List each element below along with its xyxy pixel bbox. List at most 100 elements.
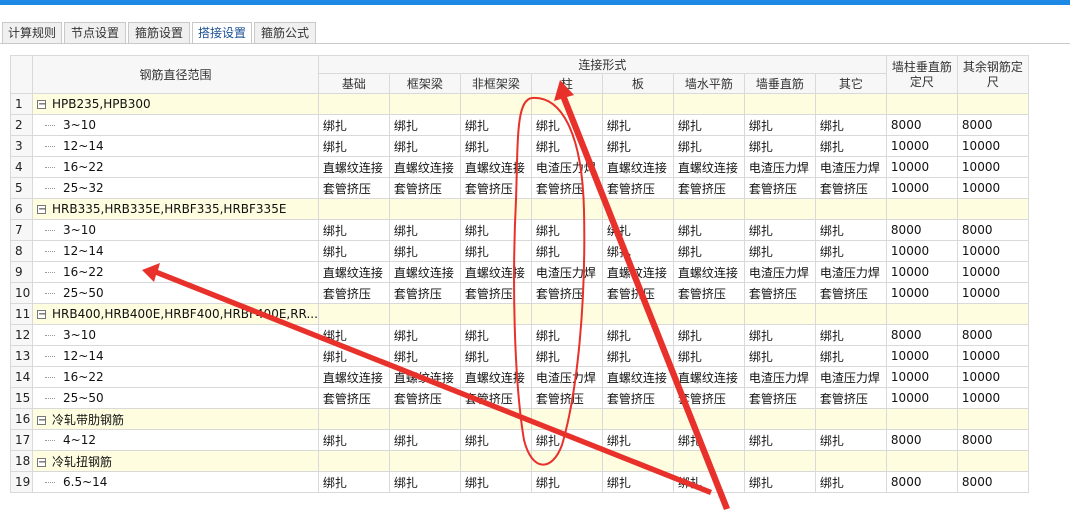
length-cell[interactable]: 10000 <box>956 345 1029 367</box>
connection-cell[interactable]: 直螺纹连接 <box>601 366 674 388</box>
length-cell[interactable]: 10000 <box>885 282 958 304</box>
diameter-range-cell[interactable]: 4~12 <box>32 429 319 451</box>
table-row[interactable]: 8 12~14 绑扎 绑扎 绑扎 绑扎 绑扎 绑扎 绑扎 绑扎 10000 10000 <box>10 240 1029 262</box>
diameter-range-cell[interactable]: 12~14 <box>32 135 319 157</box>
group-label-cell[interactable]: − HPB235,HPB300 <box>32 93 319 115</box>
connection-cell[interactable]: 套管挤压 <box>601 282 674 304</box>
connection-cell[interactable] <box>459 198 532 220</box>
connection-cell[interactable]: 套管挤压 <box>814 387 887 409</box>
connection-cell[interactable]: 绑扎 <box>814 429 887 451</box>
group-row[interactable]: 16− 冷轧带肋钢筋 <box>10 408 1029 430</box>
connection-cell[interactable] <box>459 408 532 430</box>
diameter-range-cell[interactable]: 3~10 <box>32 114 319 136</box>
connection-cell[interactable]: 绑扎 <box>814 240 887 262</box>
group-label-cell[interactable]: − HRB400,HRB400E,HRBF400,HRBF400E,RR... <box>32 303 319 325</box>
connection-cell[interactable]: 绑扎 <box>601 240 674 262</box>
connection-cell[interactable]: 绑扎 <box>530 240 603 262</box>
connection-cell[interactable]: 绑扎 <box>672 429 745 451</box>
table-row[interactable]: 14 16~22 直螺纹连接 直螺纹连接 直螺纹连接 电渣压力焊 直螺纹连接 直螺纹连接 电渣压… <box>10 366 1029 388</box>
length-cell[interactable] <box>956 303 1029 325</box>
connection-cell[interactable]: 绑扎 <box>459 345 532 367</box>
diameter-range-cell[interactable]: 12~14 <box>32 240 319 262</box>
connection-cell[interactable] <box>814 303 887 325</box>
length-cell[interactable]: 10000 <box>885 135 958 157</box>
connection-cell[interactable] <box>743 93 816 115</box>
connection-cell[interactable]: 绑扎 <box>530 114 603 136</box>
length-cell[interactable]: 10000 <box>956 177 1029 199</box>
group-row[interactable]: 18− 冷轧扭钢筋 <box>10 450 1029 472</box>
connection-cell[interactable]: 直螺纹连接 <box>317 366 390 388</box>
group-label-cell[interactable]: − 冷轧扭钢筋 <box>32 450 319 472</box>
connection-cell[interactable]: 绑扎 <box>388 219 461 241</box>
connection-cell[interactable]: 绑扎 <box>743 471 816 493</box>
connection-cell[interactable]: 绑扎 <box>459 471 532 493</box>
connection-cell[interactable]: 绑扎 <box>814 219 887 241</box>
connection-cell[interactable]: 套管挤压 <box>388 387 461 409</box>
connection-cell[interactable]: 绑扎 <box>601 471 674 493</box>
connection-cell[interactable]: 套管挤压 <box>459 177 532 199</box>
connection-cell[interactable] <box>814 93 887 115</box>
connection-cell[interactable]: 绑扎 <box>601 345 674 367</box>
length-cell[interactable]: 8000 <box>956 324 1029 346</box>
connection-cell[interactable]: 绑扎 <box>814 324 887 346</box>
connection-cell[interactable]: 套管挤压 <box>317 282 390 304</box>
length-cell[interactable] <box>956 93 1029 115</box>
tab-stirrup-formula[interactable]: 箍筋公式 <box>254 22 316 43</box>
connection-cell[interactable]: 绑扎 <box>317 219 390 241</box>
connection-cell[interactable]: 绑扎 <box>743 219 816 241</box>
length-cell[interactable]: 8000 <box>956 471 1029 493</box>
length-cell[interactable]: 10000 <box>956 366 1029 388</box>
length-cell[interactable]: 10000 <box>956 387 1029 409</box>
connection-cell[interactable]: 直螺纹连接 <box>459 366 532 388</box>
connection-cell[interactable] <box>317 408 390 430</box>
connection-cell[interactable]: 套管挤压 <box>601 177 674 199</box>
length-cell[interactable]: 10000 <box>885 366 958 388</box>
length-cell[interactable]: 10000 <box>956 240 1029 262</box>
connection-cell[interactable]: 套管挤压 <box>530 282 603 304</box>
connection-cell[interactable]: 套管挤压 <box>743 282 816 304</box>
connection-cell[interactable]: 绑扎 <box>743 240 816 262</box>
connection-cell[interactable]: 套管挤压 <box>530 177 603 199</box>
connection-cell[interactable]: 绑扎 <box>601 324 674 346</box>
connection-cell[interactable]: 绑扎 <box>743 429 816 451</box>
group-label-cell[interactable]: − HRB335,HRB335E,HRBF335,HRBF335E <box>32 198 319 220</box>
connection-cell[interactable]: 绑扎 <box>317 324 390 346</box>
tab-calc-rules[interactable]: 计算规则 <box>2 22 62 43</box>
connection-cell[interactable] <box>388 93 461 115</box>
connection-cell[interactable] <box>388 303 461 325</box>
connection-cell[interactable]: 套管挤压 <box>814 177 887 199</box>
diameter-range-cell[interactable]: 25~50 <box>32 282 319 304</box>
tab-node-settings[interactable]: 节点设置 <box>64 22 126 43</box>
connection-cell[interactable]: 套管挤压 <box>601 387 674 409</box>
connection-cell[interactable]: 绑扎 <box>743 135 816 157</box>
group-row[interactable]: 1− HPB235,HPB300 <box>10 93 1029 115</box>
length-cell[interactable]: 8000 <box>956 219 1029 241</box>
connection-cell[interactable]: 绑扎 <box>672 471 745 493</box>
length-cell[interactable] <box>885 93 958 115</box>
diameter-range-cell[interactable]: 16~22 <box>32 261 319 283</box>
connection-cell[interactable] <box>530 303 603 325</box>
connection-cell[interactable]: 直螺纹连接 <box>459 156 532 178</box>
length-cell[interactable]: 10000 <box>885 156 958 178</box>
connection-cell[interactable]: 绑扎 <box>459 219 532 241</box>
table-row[interactable]: 19 6.5~14 绑扎 绑扎 绑扎 绑扎 绑扎 绑扎 绑扎 绑扎 8000 8000 <box>10 471 1029 493</box>
connection-cell[interactable]: 绑扎 <box>317 429 390 451</box>
connection-cell[interactable]: 电渣压力焊 <box>743 156 816 178</box>
connection-cell[interactable] <box>601 408 674 430</box>
diameter-range-cell[interactable]: 3~10 <box>32 219 319 241</box>
connection-cell[interactable] <box>743 408 816 430</box>
table-row[interactable]: 3 12~14 绑扎 绑扎 绑扎 绑扎 绑扎 绑扎 绑扎 绑扎 10000 10000 <box>10 135 1029 157</box>
connection-cell[interactable] <box>317 450 390 472</box>
connection-cell[interactable]: 套管挤压 <box>388 177 461 199</box>
connection-cell[interactable]: 绑扎 <box>459 240 532 262</box>
connection-cell[interactable]: 套管挤压 <box>672 282 745 304</box>
connection-cell[interactable]: 电渣压力焊 <box>530 366 603 388</box>
connection-cell[interactable] <box>814 408 887 430</box>
collapse-minus-icon[interactable]: − <box>37 457 46 467</box>
length-cell[interactable]: 10000 <box>956 135 1029 157</box>
connection-cell[interactable]: 绑扎 <box>388 240 461 262</box>
connection-cell[interactable]: 直螺纹连接 <box>601 156 674 178</box>
connection-cell[interactable]: 套管挤压 <box>672 177 745 199</box>
group-row[interactable]: 11− HRB400,HRB400E,HRBF400,HRBF400E,RR... <box>10 303 1029 325</box>
diameter-range-cell[interactable]: 25~32 <box>32 177 319 199</box>
